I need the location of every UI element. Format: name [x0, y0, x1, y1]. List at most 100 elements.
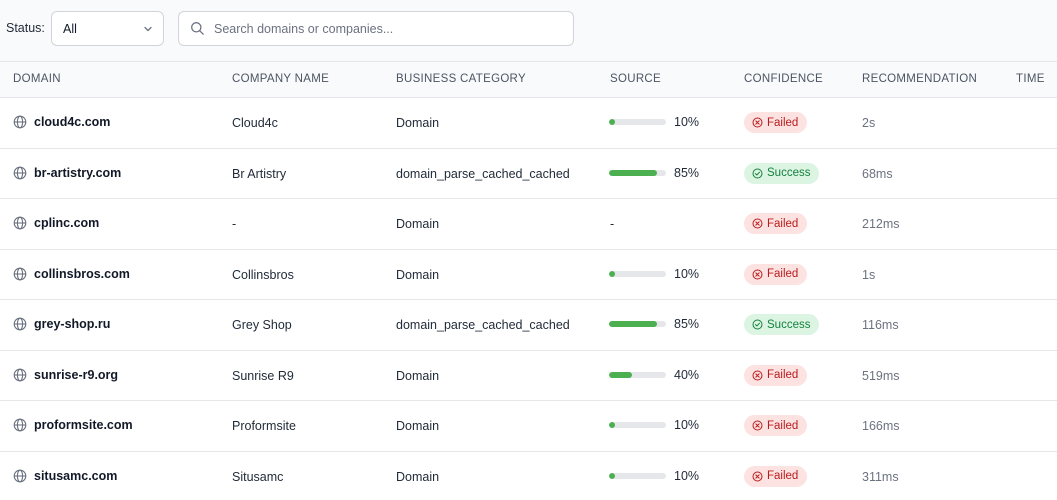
company-name: Situsamc — [232, 469, 284, 484]
table-header: DOMAIN COMPANY NAME BUSINESS CATEGORY SO… — [0, 61, 1057, 98]
company-name: Br Artistry — [232, 166, 287, 181]
column-header-company-name[interactable]: COMPANY NAME — [232, 73, 329, 85]
table-row[interactable]: situsamc.com Situsamc Domain 10% Failed 311ms — [0, 451, 1057, 500]
confidence-status-badge: Success — [744, 162, 820, 184]
status-filter-label: Status: — [6, 21, 45, 35]
status-badge-label: Success — [767, 167, 811, 179]
column-header-business-category[interactable]: BUSINESS CATEGORY — [396, 73, 526, 85]
domain-name[interactable]: situsamc.com — [34, 469, 117, 483]
source-progress-fill — [609, 472, 615, 479]
table-row[interactable]: cloud4c.com Cloud4c Domain 10% Failed 2s — [0, 98, 1057, 149]
domain-name[interactable]: collinsbros.com — [34, 267, 130, 281]
status-badge-label: Failed — [767, 268, 799, 280]
source-progress-fill — [609, 169, 658, 176]
confidence-status-badge: Failed — [744, 465, 808, 487]
domain-name[interactable]: sunrise-r9.org — [34, 368, 118, 382]
source-progress: 10% — [609, 418, 699, 432]
table-row[interactable]: br-artistry.com Br Artistry domain_parse_c… — [0, 148, 1057, 199]
status-badge-label: Failed — [767, 217, 799, 230]
table-row[interactable]: cplinc.com - Domain - Failed 212ms — [0, 199, 1057, 250]
globe-icon — [13, 317, 27, 331]
domain-name[interactable]: cplinc.com — [34, 216, 99, 230]
table-row[interactable]: sunrise-r9.org Sunrise R9 Domain 40% Failed 5… — [0, 350, 1057, 401]
domain-cell: collinsbros.com — [13, 267, 130, 281]
recommendation-time: 212ms — [862, 217, 900, 231]
business-category: Domain — [396, 267, 440, 282]
domain-cell: sunrise-r9.org — [13, 368, 118, 382]
search-box[interactable] — [178, 11, 574, 46]
domain-name[interactable]: br-artistry.com — [34, 166, 121, 180]
source-percent: 10% — [674, 418, 700, 432]
domain-name[interactable]: proformsite.com — [34, 418, 133, 432]
domain-cell: grey-shop.ru — [13, 317, 110, 331]
check-circle-icon — [752, 168, 763, 178]
confidence-status-badge: Failed — [744, 112, 808, 133]
source-progress: 85% — [609, 317, 699, 331]
globe-icon — [13, 368, 27, 381]
domain-name[interactable]: cloud4c.com — [34, 115, 110, 129]
recommendation-time: 2s — [862, 116, 876, 130]
confidence-status-badge: Failed — [744, 415, 808, 436]
globe-icon — [13, 115, 27, 129]
recommendation-time: 116ms — [862, 318, 899, 332]
source-percent: 85% — [674, 317, 700, 331]
filter-toolbar: Status: All — [0, 0, 1057, 61]
table-row[interactable]: collinsbros.com Collinsbros Domain 10% Faile… — [0, 249, 1057, 300]
source-percent: 10% — [674, 115, 700, 129]
recommendation-time: 311ms — [862, 469, 899, 484]
confidence-status-badge: Failed — [744, 213, 808, 234]
chevron-down-icon — [144, 26, 152, 32]
company-name: Proformsite — [232, 419, 296, 433]
column-header-confidence[interactable]: CONFIDENCE — [744, 73, 823, 85]
business-category: Domain — [396, 419, 440, 433]
table-row[interactable]: proformsite.com Proformsite Domain 10% Faile… — [0, 401, 1057, 452]
check-circle-icon — [752, 319, 763, 330]
status-badge-label: Failed — [767, 419, 799, 432]
globe-icon — [13, 469, 27, 482]
domain-name[interactable]: grey-shop.ru — [34, 317, 110, 331]
source-progress-track — [609, 169, 666, 176]
x-circle-icon — [752, 370, 763, 380]
confidence-status-badge: Success — [744, 314, 820, 335]
source-progress-fill — [609, 371, 632, 378]
column-header-domain[interactable]: DOMAIN — [13, 73, 61, 85]
domain-cell: br-artistry.com — [13, 166, 121, 180]
table-body: cloud4c.com Cloud4c Domain 10% Failed 2s br-ar… — [0, 98, 1057, 500]
column-header-recommendation[interactable]: RECOMMENDATION — [862, 73, 977, 85]
business-category: Domain — [396, 217, 440, 231]
source-percent: 40% — [674, 367, 700, 382]
source-progress: 10% — [609, 115, 699, 129]
status-badge-label: Failed — [767, 369, 799, 381]
x-circle-icon — [752, 471, 763, 481]
status-select[interactable]: All — [51, 11, 164, 46]
globe-icon — [13, 166, 27, 179]
business-category: domain_parse_cached_cached — [396, 318, 570, 332]
column-header-source[interactable]: SOURCE — [610, 73, 661, 85]
source-progress-fill — [609, 119, 615, 125]
recommendation-time: 519ms — [862, 368, 900, 383]
company-name: - — [232, 217, 237, 231]
source-progress: 40% — [609, 368, 699, 382]
column-header-time[interactable]: TIME — [1016, 73, 1045, 85]
confidence-status-badge: Failed — [744, 263, 808, 285]
source-progress-track — [609, 371, 666, 378]
recommendation-time: 166ms — [862, 419, 900, 433]
status-select-value: All — [63, 22, 77, 36]
domain-cell: cloud4c.com — [13, 115, 110, 129]
search-input[interactable] — [214, 20, 564, 38]
recommendation-time: 68ms — [862, 166, 893, 181]
source-progress-track — [609, 119, 666, 125]
domain-cell: cplinc.com — [13, 216, 99, 230]
x-circle-icon — [752, 218, 763, 229]
source-percent: 10% — [674, 266, 700, 281]
source-value: - — [610, 217, 615, 231]
recommendation-time: 1s — [862, 267, 876, 282]
source-progress-track — [609, 270, 666, 277]
source-progress-fill — [609, 270, 615, 277]
x-circle-icon — [752, 117, 763, 128]
source-progress: 10% — [609, 267, 699, 281]
table-row[interactable]: grey-shop.ru Grey Shop domain_parse_cached… — [0, 300, 1057, 351]
source-progress-track — [609, 472, 666, 479]
x-circle-icon — [752, 420, 763, 431]
company-name: Sunrise R9 — [232, 368, 294, 383]
